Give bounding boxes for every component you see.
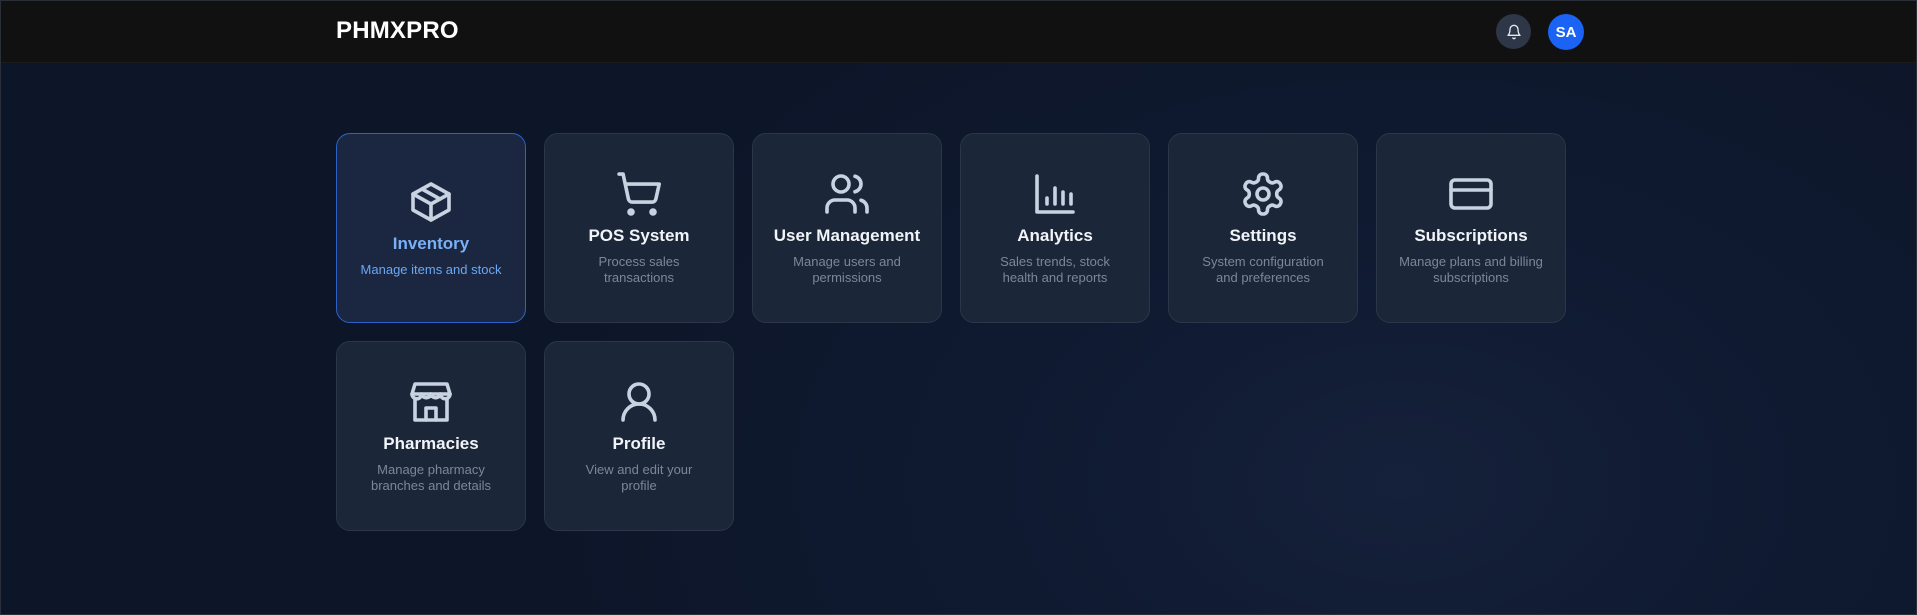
card-title: Inventory (392, 234, 470, 253)
card-pharmacies[interactable]: Pharmacies Manage pharmacy branches and … (336, 341, 526, 531)
card-description: Sales trends, stock health and reports (1000, 254, 1110, 285)
card-title: Profile (612, 434, 666, 453)
card-title: Subscriptions (1414, 226, 1528, 245)
card-user-management[interactable]: User Management Manage users and permiss… (752, 133, 942, 323)
card-description: Manage users and permissions (793, 254, 901, 285)
user-avatar[interactable]: SA (1548, 14, 1584, 50)
card-description: Manage items and stock (360, 262, 502, 277)
users-icon (823, 170, 871, 218)
store-icon (407, 378, 455, 426)
card-description: Manage plans and billing subscriptions (1399, 254, 1543, 285)
cart-icon (615, 170, 663, 218)
card-description: Manage pharmacy branches and details (371, 462, 491, 493)
card-inventory[interactable]: Inventory Manage items and stock (336, 133, 526, 323)
user-icon (615, 378, 663, 426)
card-title: Pharmacies (383, 434, 479, 453)
top-bar: PHMXPRO SA (1, 1, 1916, 63)
gear-icon (1239, 170, 1287, 218)
card-pos-system[interactable]: POS System Process sales transactions (544, 133, 734, 323)
card-description: View and edit your profile (585, 462, 693, 493)
card-subscriptions[interactable]: Subscriptions Manage plans and billing s… (1376, 133, 1566, 323)
bar-chart-icon (1031, 170, 1079, 218)
card-title: Settings (1229, 226, 1297, 245)
card-title: User Management (773, 226, 921, 245)
page-background (1, 62, 1916, 614)
card-profile[interactable]: Profile View and edit your profile (544, 341, 734, 531)
notifications-button[interactable] (1496, 14, 1531, 49)
brand-logo[interactable]: PHMXPRO (336, 17, 459, 45)
card-description: Process sales transactions (598, 254, 680, 285)
card-settings[interactable]: Settings System configuration and prefer… (1168, 133, 1358, 323)
card-title: POS System (588, 226, 690, 245)
box-icon (407, 178, 455, 226)
card-title: Analytics (1017, 226, 1093, 245)
card-analytics[interactable]: Analytics Sales trends, stock health and… (960, 133, 1150, 323)
bell-icon (1506, 24, 1522, 40)
card-description: System configuration and preferences (1202, 254, 1324, 285)
credit-card-icon (1447, 170, 1495, 218)
